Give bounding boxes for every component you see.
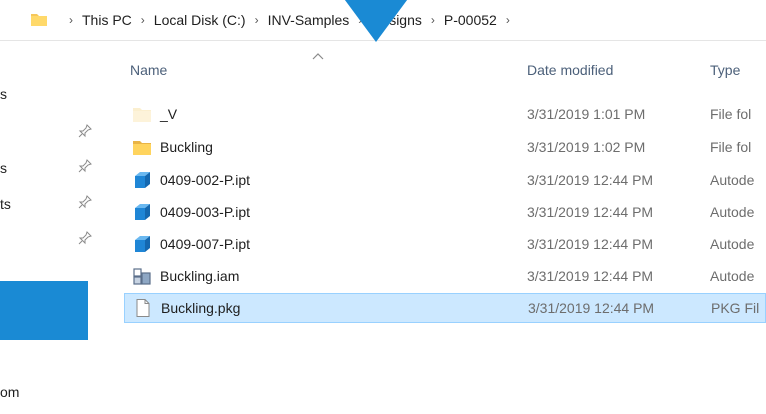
folder-icon	[31, 14, 47, 26]
sort-ascending-icon	[312, 53, 324, 60]
folder-faded-icon	[133, 108, 151, 122]
chevron-right-icon[interactable]: ›	[134, 13, 152, 27]
file-name: Buckling.iam	[160, 268, 240, 284]
pin-icon[interactable]	[78, 231, 92, 245]
file-row[interactable]: Buckling.iam 3/31/2019 12:44 PM Autode	[124, 263, 766, 289]
file-name: 0409-002-P.ipt	[160, 172, 251, 188]
address-bar[interactable]: › This PC › Local Disk (C:) › INV-Sample…	[0, 0, 766, 42]
nav-item-3[interactable]: ts	[0, 196, 11, 212]
pin-icon[interactable]	[78, 159, 92, 173]
file-date: 3/31/2019 12:44 PM	[527, 236, 654, 252]
inventor-part-icon	[135, 204, 150, 220]
pin-icon[interactable]	[78, 195, 92, 209]
file-row[interactable]: 0409-002-P.ipt 3/31/2019 12:44 PM Autode	[124, 167, 766, 193]
breadcrumb-this-pc[interactable]: This PC	[80, 12, 134, 28]
file-name: Buckling.pkg	[161, 300, 241, 316]
file-type: File fol	[710, 139, 752, 155]
file-date: 3/31/2019 1:01 PM	[527, 106, 646, 122]
file-row[interactable]: Buckling 3/31/2019 1:02 PM File fol	[124, 134, 766, 160]
breadcrumb: › This PC › Local Disk (C:) › INV-Sample…	[62, 12, 517, 28]
file-date: 3/31/2019 12:44 PM	[528, 300, 655, 316]
chevron-right-icon[interactable]: ›	[248, 13, 266, 27]
file-row[interactable]: 0409-003-P.ipt 3/31/2019 12:44 PM Autode	[124, 199, 766, 225]
file-date: 3/31/2019 1:02 PM	[527, 139, 646, 155]
nav-item-1[interactable]: s	[0, 86, 7, 102]
chevron-right-icon[interactable]: ›	[499, 13, 517, 27]
file-type: Autode	[710, 236, 755, 252]
file-row[interactable]: _V 3/31/2019 1:01 PM File fol	[124, 101, 766, 127]
pointer-arrow-icon	[344, 0, 408, 42]
column-header-date-modified[interactable]: Date modified	[527, 62, 613, 78]
file-name: _V	[160, 106, 178, 122]
file-row[interactable]: 0409-007-P.ipt 3/31/2019 12:44 PM Autode	[124, 231, 766, 257]
column-header-type[interactable]: Type	[710, 62, 740, 78]
nav-item-2[interactable]: s	[0, 160, 7, 176]
file-type: PKG Fil	[711, 300, 760, 316]
file-row-selected[interactable]: Buckling.pkg 3/31/2019 12:44 PM PKG Fil	[124, 293, 766, 323]
inventor-part-icon	[135, 172, 150, 188]
file-type: Autode	[710, 268, 755, 284]
chevron-right-icon[interactable]: ›	[62, 13, 80, 27]
file-date: 3/31/2019 12:44 PM	[527, 268, 654, 284]
navigation-pane: s s ts om	[0, 41, 102, 414]
file-type: Autode	[710, 204, 755, 220]
nav-item-selected[interactable]	[0, 281, 88, 340]
pin-icon[interactable]	[78, 124, 92, 138]
file-name: 0409-007-P.ipt	[160, 236, 251, 252]
file-date: 3/31/2019 12:44 PM	[527, 172, 654, 188]
file-type: Autode	[710, 172, 755, 188]
file-date: 3/31/2019 12:44 PM	[527, 204, 654, 220]
file-type: File fol	[710, 106, 752, 122]
folder-icon	[133, 141, 151, 155]
inventor-assembly-icon	[133, 268, 151, 285]
breadcrumb-p-00052[interactable]: P-00052	[442, 12, 499, 28]
inventor-part-icon	[135, 236, 150, 252]
column-header-name[interactable]: Name	[130, 62, 167, 78]
file-name: 0409-003-P.ipt	[160, 204, 251, 220]
generic-file-icon	[136, 299, 150, 317]
breadcrumb-local-disk[interactable]: Local Disk (C:)	[152, 12, 248, 28]
nav-item-4[interactable]: om	[0, 384, 19, 400]
file-name: Buckling	[160, 139, 213, 155]
chevron-right-icon[interactable]: ›	[424, 13, 442, 27]
